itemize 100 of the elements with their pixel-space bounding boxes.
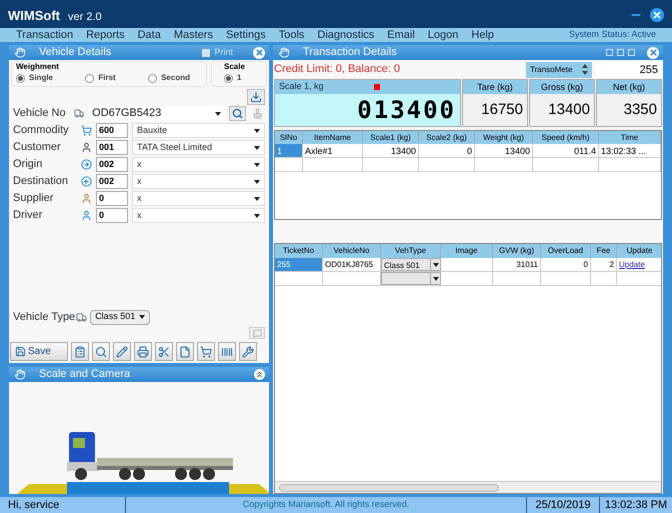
cart-icon bbox=[81, 125, 92, 136]
column-header: Fee bbox=[591, 244, 617, 258]
search-icon bbox=[232, 108, 243, 119]
value-combo[interactable]: x bbox=[132, 157, 265, 172]
panel-title: Transaction Details bbox=[303, 47, 397, 58]
radio-button[interactable] bbox=[148, 74, 158, 82]
caret-icon bbox=[432, 276, 438, 280]
toolbar-button[interactable] bbox=[134, 342, 152, 361]
document-icon bbox=[179, 346, 191, 358]
radio-label: 1 bbox=[237, 72, 242, 84]
collapse-button[interactable] bbox=[254, 369, 265, 380]
copyright-text: Copyrights Mariansoft. All rights reserved. bbox=[242, 498, 410, 512]
toolbar-button[interactable] bbox=[71, 342, 89, 361]
radio-button[interactable] bbox=[16, 74, 25, 82]
print-label: Print bbox=[214, 46, 233, 59]
status-time: 13:02:38 PM bbox=[604, 498, 668, 513]
reading-value: 16750 bbox=[480, 100, 524, 120]
column-header: ItemName bbox=[303, 131, 363, 144]
radio-label: First bbox=[98, 72, 116, 84]
pointing-hand-icon bbox=[277, 47, 291, 58]
cart-icon bbox=[200, 346, 212, 358]
window-box-icon bbox=[606, 49, 613, 56]
vehicle-type-combo[interactable]: Class 501 bbox=[90, 310, 150, 324]
panel-title: Vehicle Details bbox=[39, 47, 112, 58]
menu-item[interactable]: Email bbox=[387, 30, 415, 40]
menu-item[interactable]: Masters bbox=[174, 30, 213, 40]
column-header: Scale2 (kg) bbox=[419, 131, 475, 144]
toolbar-button[interactable] bbox=[155, 342, 173, 361]
field-label: Customer bbox=[13, 140, 62, 156]
menu-item[interactable]: Transaction bbox=[16, 30, 74, 40]
toolbar-button[interactable] bbox=[176, 342, 194, 361]
column-header: Image bbox=[441, 244, 493, 258]
toolbar-button[interactable] bbox=[197, 342, 215, 361]
radio-label: Single bbox=[29, 72, 54, 84]
value-combo[interactable]: Bauxite bbox=[132, 123, 265, 138]
caret-icon bbox=[254, 180, 260, 184]
menu-item[interactable]: Diagnostics bbox=[317, 30, 374, 40]
update-link[interactable]: Update bbox=[617, 258, 661, 271]
value-combo[interactable]: TATA Steel Limited bbox=[132, 140, 265, 155]
download-button[interactable] bbox=[247, 89, 265, 105]
toolbar-button[interactable] bbox=[92, 342, 110, 361]
table-cell: 31011 bbox=[493, 258, 541, 271]
toolbar-button[interactable] bbox=[239, 342, 257, 361]
code-field[interactable]: 0 bbox=[96, 191, 128, 206]
menu-item[interactable]: Data bbox=[138, 30, 161, 40]
table-cell: 011.4 bbox=[533, 144, 599, 157]
column-header: Scale1 (kg) bbox=[363, 131, 419, 144]
column-header: Speed (km/h) bbox=[533, 131, 599, 144]
ticket-field[interactable]: 255 bbox=[596, 62, 662, 78]
caret-icon bbox=[254, 128, 260, 132]
vehicle-type-combo[interactable]: Class 501 bbox=[381, 258, 441, 271]
caret-icon bbox=[254, 162, 260, 166]
menu-item[interactable]: Reports bbox=[86, 30, 125, 40]
search-button[interactable] bbox=[228, 106, 246, 121]
field-label: Commodity bbox=[13, 123, 70, 138]
reading-label: Net (kg) bbox=[597, 80, 661, 94]
caret-icon bbox=[254, 196, 260, 200]
wrench-icon bbox=[242, 346, 254, 358]
toolbar-button[interactable] bbox=[113, 342, 131, 361]
table-cell: 1 bbox=[275, 144, 303, 157]
status-square-icon bbox=[374, 84, 380, 90]
horizontal-scrollbar[interactable] bbox=[275, 481, 661, 493]
printer-icon bbox=[137, 346, 149, 358]
code-field[interactable]: 0 bbox=[96, 208, 128, 223]
caret-icon bbox=[254, 214, 260, 218]
menu-item[interactable]: Settings bbox=[226, 30, 266, 40]
field-label: Vehicle No bbox=[13, 106, 67, 122]
radio-label: Second bbox=[161, 72, 190, 84]
toolbar-button[interactable] bbox=[218, 342, 236, 361]
caret-icon bbox=[139, 315, 146, 319]
value-combo[interactable]: x bbox=[132, 208, 265, 223]
print-checkbox[interactable] bbox=[202, 48, 210, 56]
code-field[interactable]: 002 bbox=[96, 157, 128, 172]
table-cell: 0 bbox=[541, 258, 591, 271]
code-field[interactable]: 600 bbox=[96, 123, 128, 138]
code-field[interactable]: 001 bbox=[96, 140, 128, 155]
truck-icon bbox=[74, 108, 84, 119]
close-button[interactable] bbox=[650, 8, 664, 22]
table-cell: 13:02:33 ... bbox=[599, 144, 661, 157]
menu-item[interactable]: Help bbox=[471, 30, 494, 40]
menu-item[interactable]: Tools bbox=[278, 30, 304, 40]
download-icon bbox=[250, 91, 262, 103]
group-label: Weighment bbox=[16, 62, 60, 72]
menu-item[interactable]: Logon bbox=[428, 30, 458, 40]
radio-button[interactable] bbox=[85, 74, 94, 82]
notes-icon bbox=[74, 346, 86, 358]
radio-button[interactable] bbox=[224, 74, 233, 82]
value-combo[interactable]: x bbox=[132, 174, 265, 189]
value-combo[interactable]: x bbox=[132, 191, 265, 206]
transometer-spinner[interactable]: TransoMete bbox=[526, 62, 592, 78]
spinner-arrows-icon bbox=[582, 64, 588, 75]
pointing-hand-icon bbox=[13, 47, 27, 58]
truck-icon bbox=[76, 312, 88, 322]
stamp-icon bbox=[252, 108, 263, 119]
save-button[interactable]: Save bbox=[10, 342, 68, 361]
code-field[interactable]: 002 bbox=[96, 174, 128, 189]
barcode-icon bbox=[221, 346, 233, 358]
app-title: WIMSoft bbox=[8, 6, 60, 24]
field-label: Destination bbox=[13, 174, 70, 190]
vehicle-number-combo[interactable]: OD67GB5423 bbox=[88, 106, 225, 121]
